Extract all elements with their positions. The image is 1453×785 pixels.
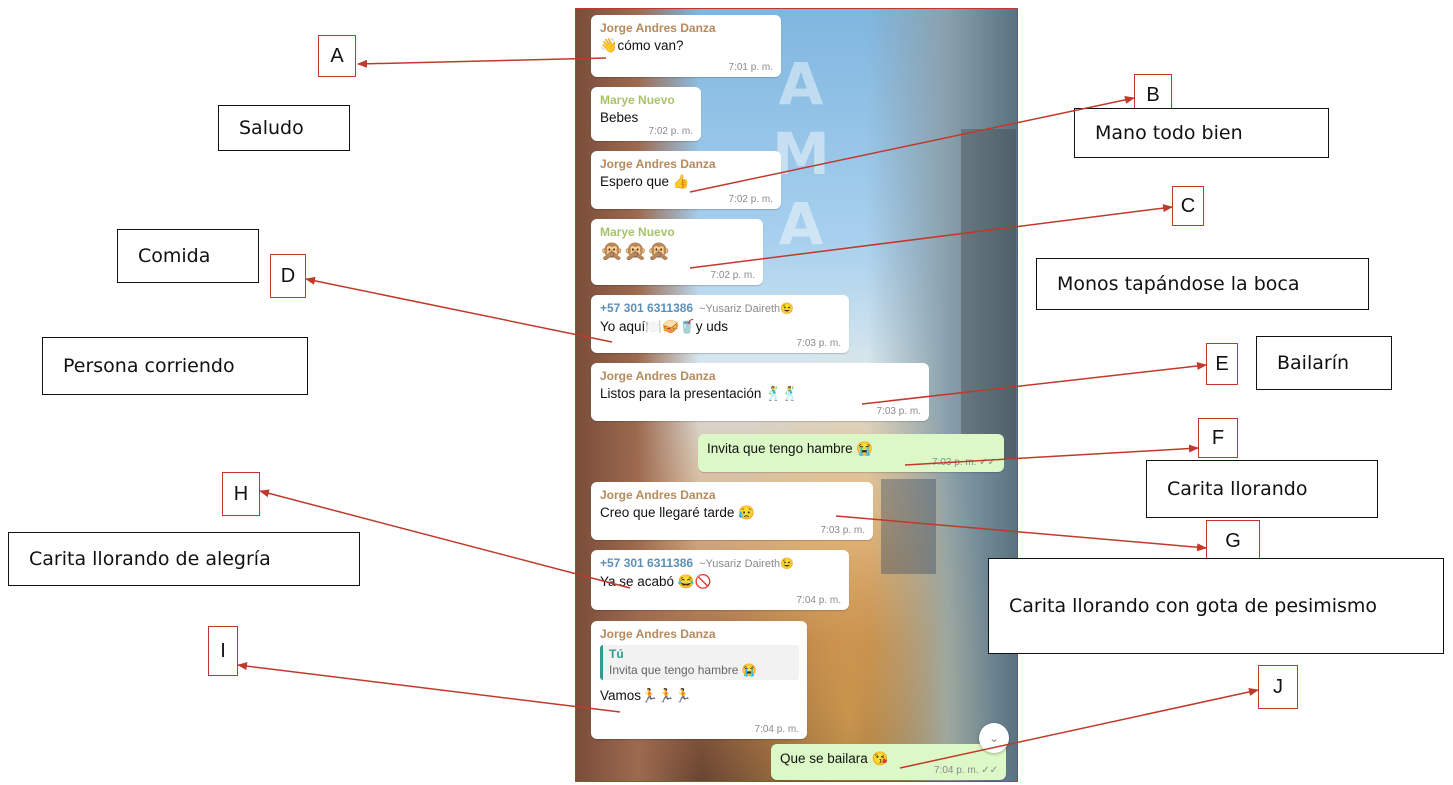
message-time: 7:03 p. m. ✓✓ xyxy=(931,457,996,468)
message-time: 7:02 p. m. xyxy=(710,270,755,281)
label-mano-todo-bien: Mano todo bien xyxy=(1074,108,1329,158)
message-bubble[interactable]: Marye Nuevo Bebes 7:02 p. m. xyxy=(591,87,701,141)
message-time: 7:03 p. m. xyxy=(796,338,841,349)
message-bubble[interactable]: Jorge Andres Danza 👋cómo van? 7:01 p. m. xyxy=(591,15,781,77)
message-time: 7:02 p. m. xyxy=(728,194,773,205)
label-carita-pesimismo: Carita llorando con gota de pesimismo xyxy=(988,558,1444,654)
message-bubble[interactable]: Jorge Andres Danza Tú Invita que tengo h… xyxy=(591,621,807,739)
arrow-i xyxy=(237,662,621,713)
message-time: 7:01 p. m. xyxy=(728,62,773,73)
annotation-letter-e: E xyxy=(1206,343,1238,385)
message-text: Creo que llegaré tarde 😥 xyxy=(600,505,755,520)
annotation-letter-c: C xyxy=(1172,186,1204,226)
background-balcony xyxy=(961,129,1016,459)
quoted-reply[interactable]: Tú Invita que tengo hambre 😭 xyxy=(600,645,799,680)
message-text: Ya se acabó 😂🚫 xyxy=(600,574,712,589)
quote-author: Tú xyxy=(609,647,624,661)
background-balcony xyxy=(881,479,936,574)
sender-name: +57 301 6311386 xyxy=(600,301,694,315)
message-bubble[interactable]: +57 301 6311386 ~Yusariz Daireth😉 Ya se a… xyxy=(591,550,849,610)
message-bubble[interactable]: Marye Nuevo 🙊🙊🙊 7:02 p. m. xyxy=(591,219,763,285)
waving-hand-icon: 👋 xyxy=(600,38,618,54)
sender-name: Jorge Andres Danza xyxy=(600,157,716,171)
message-text: Yo aquí🍽️🥪🥤y uds xyxy=(600,319,728,334)
message-text: Vamos🏃🏃🏃 xyxy=(600,688,692,703)
sender-name: Marye Nuevo xyxy=(600,225,675,239)
message-time: 7:03 p. m. xyxy=(876,406,921,417)
message-time: 7:04 p. m. xyxy=(796,595,841,606)
double-chevron-down-icon[interactable]: ⌄ xyxy=(979,723,1009,753)
annotation-letter-j: J xyxy=(1258,665,1298,709)
annotation-letter-g: G xyxy=(1206,520,1260,562)
sender-name: +57 301 6311386 xyxy=(600,556,694,570)
sender-name: Jorge Andres Danza xyxy=(600,627,716,641)
sender-name: Marye Nuevo xyxy=(600,93,675,107)
message-text: cómo van? xyxy=(617,38,684,53)
annotation-letter-d: D xyxy=(270,254,306,298)
label-saludo: Saludo xyxy=(218,105,350,151)
sender-name: Jorge Andres Danza xyxy=(600,21,716,35)
sender-name: Jorge Andres Danza xyxy=(600,488,716,502)
message-text: Espero que 👍 xyxy=(600,174,690,189)
message-text: Bebes xyxy=(600,110,639,125)
annotation-letter-f: F xyxy=(1198,418,1238,458)
message-text: Invita que tengo hambre 😭 xyxy=(707,441,874,456)
label-comida: Comida xyxy=(117,229,259,283)
sender-alias: ~Yusariz Daireth😉 xyxy=(699,303,794,315)
sender-alias: ~Yusariz Daireth😉 xyxy=(699,558,794,570)
label-monos: Monos tapándose la boca xyxy=(1036,258,1369,310)
message-bubble-outgoing[interactable]: Que se bailara 😘 7:04 p. m. ✓✓ xyxy=(771,744,1006,780)
message-time: 7:04 p. m. xyxy=(754,724,799,735)
annotation-letter-h: H xyxy=(222,472,260,516)
arrow-a xyxy=(357,57,607,68)
quote-text: Invita que tengo hambre 😭 xyxy=(609,663,757,677)
message-bubble[interactable]: Jorge Andres Danza Espero que 👍 7:02 p. … xyxy=(591,151,781,209)
message-time: 7:04 p. m. ✓✓ xyxy=(933,765,998,776)
annotation-letter-i: I xyxy=(208,626,238,676)
speak-no-evil-monkey-icon: 🙊🙊🙊 xyxy=(600,241,671,262)
message-bubble[interactable]: Jorge Andres Danza Listos para la presen… xyxy=(591,363,929,421)
label-carita-llorando-alegria: Carita llorando de alegría xyxy=(8,532,360,586)
message-text: Listos para la presentación 🕺🕺 xyxy=(600,386,799,401)
annotation-letter-a: A xyxy=(318,35,356,77)
label-bailarin: Bailarín xyxy=(1256,336,1392,390)
chat-screenshot: AMA Jorge Andres Danza 👋cómo van? 7:01 p… xyxy=(575,8,1018,782)
label-carita-llorando: Carita llorando xyxy=(1146,460,1378,518)
message-time: 7:02 p. m. xyxy=(648,126,693,137)
sender-name: Jorge Andres Danza xyxy=(600,369,716,383)
message-bubble[interactable]: Jorge Andres Danza Creo que llegaré tard… xyxy=(591,482,873,540)
message-bubble-outgoing[interactable]: Invita que tengo hambre 😭 7:03 p. m. ✓✓ xyxy=(698,434,1004,472)
arrow-d xyxy=(305,276,613,343)
message-bubble[interactable]: +57 301 6311386 ~Yusariz Daireth😉 Yo aquí… xyxy=(591,295,849,353)
message-time: 7:03 p. m. xyxy=(820,525,865,536)
label-persona-corriendo: Persona corriendo xyxy=(42,337,308,395)
